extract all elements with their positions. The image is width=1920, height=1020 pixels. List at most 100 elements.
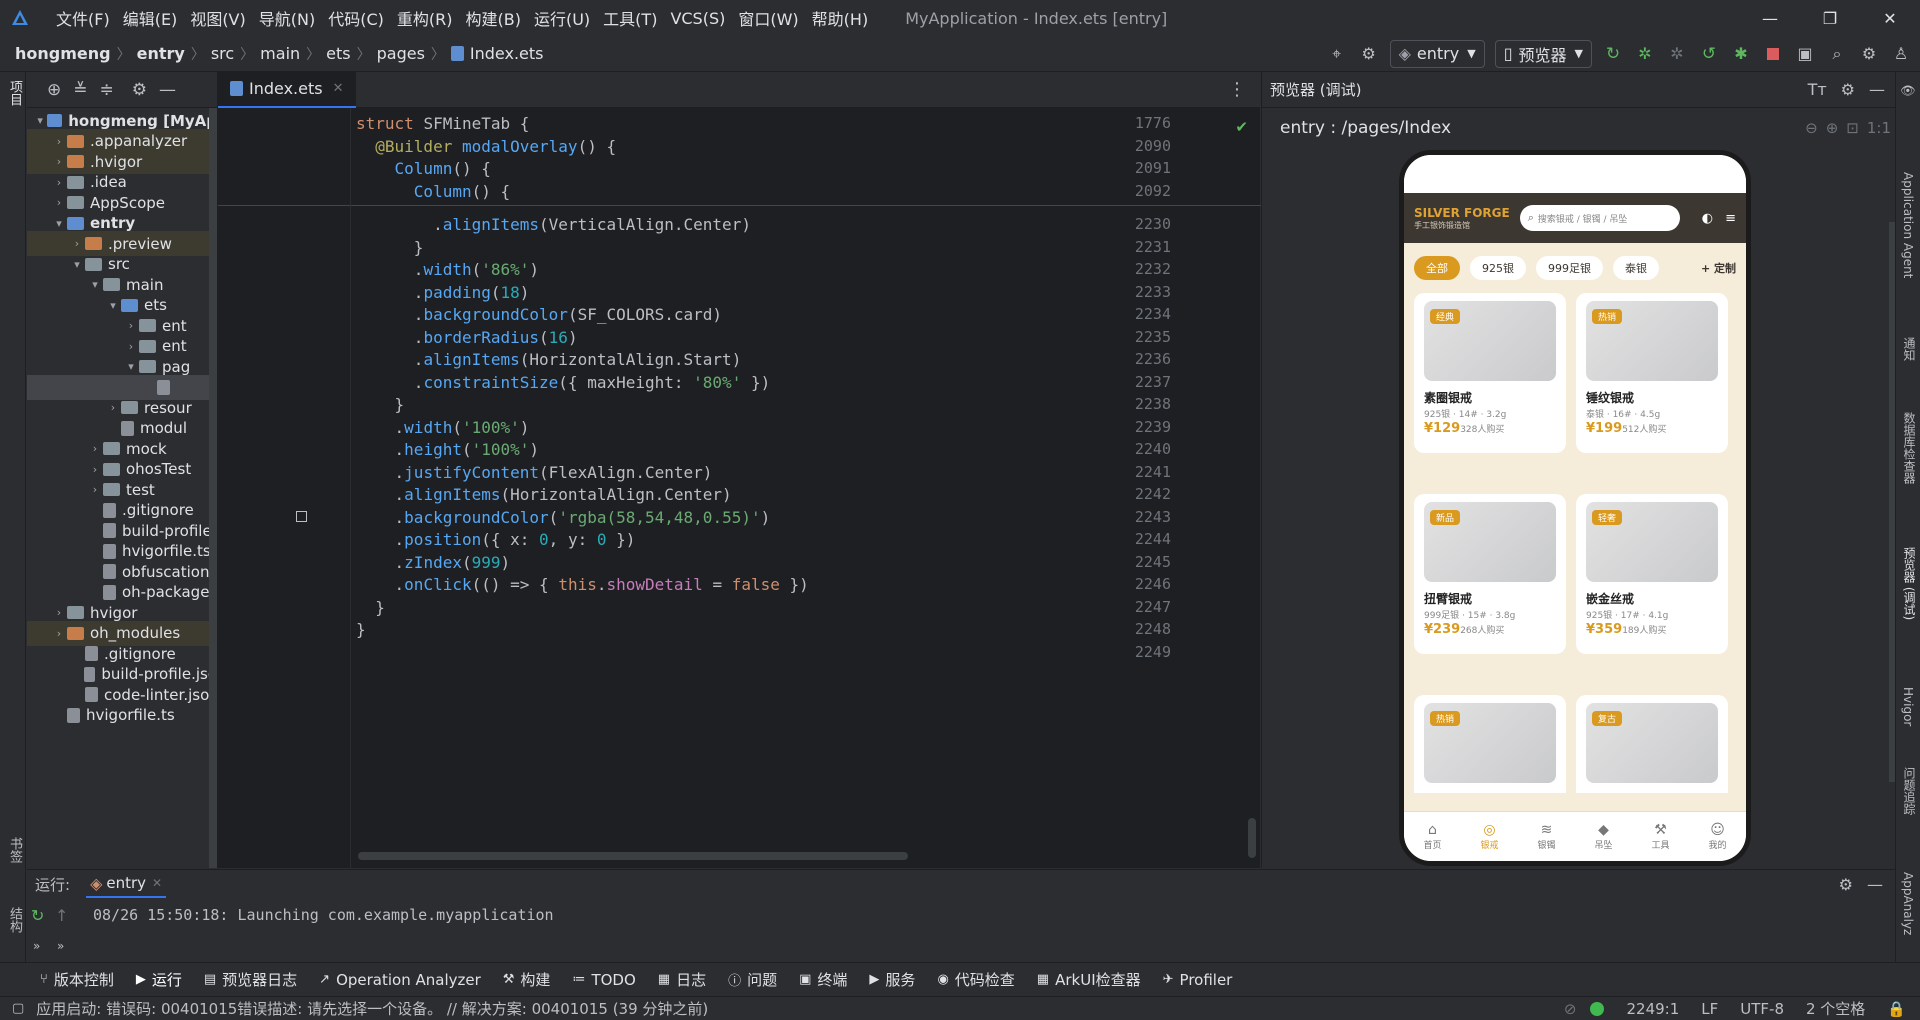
breadcrumb-src[interactable]: src (211, 44, 234, 63)
menu-file[interactable]: 文件(F) (56, 6, 110, 30)
breadcrumb-pages[interactable]: pages (377, 44, 425, 63)
chevron-right-icon[interactable]: › (87, 442, 103, 455)
restore-button[interactable]: ❐ (1800, 0, 1860, 36)
menu-tools[interactable]: 工具(T) (603, 6, 657, 30)
menu-run[interactable]: 运行(U) (534, 6, 590, 30)
expand-all-icon[interactable]: ≚ (73, 80, 87, 100)
collapse-all-icon[interactable]: ≑ (100, 80, 114, 100)
tool-window-button[interactable]: ⓘ 问题 (728, 969, 777, 990)
chevron-right-icon[interactable]: › (87, 463, 103, 476)
file-encoding[interactable]: UTF-8 (1740, 1000, 1784, 1018)
chevron-right-icon[interactable]: › (123, 319, 139, 332)
zoom-ratio[interactable]: 1:1 (1867, 119, 1891, 137)
chip-all[interactable]: 全部 (1414, 256, 1460, 280)
editor-h-scrollbar[interactable] (358, 852, 908, 860)
device-select[interactable]: ▯ 预览器 ▼ (1494, 39, 1592, 68)
tool-window-button[interactable]: ✈ Profiler (1163, 971, 1233, 989)
chevron-right-icon[interactable]: › (51, 627, 67, 640)
apply-changes-icon[interactable]: ↺ (1698, 44, 1720, 64)
search-box[interactable]: ⌕ 搜索银戒 / 银镯 / 吊坠 (1519, 205, 1680, 231)
product-card[interactable]: 经典 素圈银戒 925银 · 14# · 3.2g ¥129328人购买 (1414, 293, 1566, 453)
target-icon[interactable]: ⌖ (1326, 44, 1348, 64)
tree-item[interactable]: hvigorfile.ts (27, 703, 217, 728)
stop-icon[interactable] (1762, 47, 1784, 60)
gear-icon[interactable]: ⚙ (1839, 875, 1853, 894)
font-size-icon[interactable]: Tт (1808, 80, 1827, 99)
breadcrumb-ets[interactable]: ets (326, 44, 350, 63)
menu-icon[interactable]: ≡ (1725, 211, 1736, 226)
chevron-down-icon[interactable]: ▾ (87, 278, 103, 291)
appanalyzer-tool-tab[interactable]: AppAnalyz (1901, 872, 1915, 935)
chevron-down-icon[interactable]: ▾ (123, 360, 139, 373)
bottom-nav-item[interactable]: ⚒ 工具 (1632, 822, 1689, 851)
bottom-nav-item[interactable]: ☺ 我的 (1689, 822, 1746, 851)
menu-window[interactable]: 窗口(W) (738, 6, 798, 30)
rerun-icon[interactable]: ↻ (1602, 44, 1624, 64)
tool-window-button[interactable]: ▤ 预览器日志 (204, 969, 297, 990)
hide-panel-icon[interactable]: — (159, 80, 176, 100)
product-card[interactable]: 热销 锤纹银戒 泰银 · 16# · 4.5g ¥199512人购买 (1576, 293, 1728, 453)
color-swatch[interactable] (296, 510, 307, 522)
gear-icon[interactable]: ⚙ (132, 80, 147, 100)
chevron-right-icon[interactable]: › (69, 237, 85, 250)
expand-more-icon-2[interactable]: » (57, 939, 81, 953)
tool-window-button[interactable]: ≔ TODO (572, 971, 635, 989)
chevron-right-icon[interactable]: › (51, 176, 67, 189)
run-tab-entry[interactable]: ◈ entry ✕ (86, 870, 167, 898)
menu-view[interactable]: 视图(V) (190, 6, 245, 30)
close-window-button[interactable]: ✕ (1860, 0, 1920, 36)
breadcrumb-main[interactable]: main (260, 44, 300, 63)
zoom-in-icon[interactable]: ⊕ (1826, 119, 1839, 137)
settings-icon[interactable]: ⚙ (1858, 44, 1880, 63)
close-tab-icon[interactable]: ✕ (152, 876, 162, 890)
lock-icon[interactable]: 🔒 (1887, 1000, 1906, 1018)
database-tool-tab[interactable]: 数据库检查器 (1901, 412, 1918, 484)
tool-window-button[interactable]: ▦ ArkUI检查器 (1037, 969, 1141, 990)
search-icon[interactable]: ⌕ (1826, 44, 1848, 64)
chevron-right-icon[interactable]: › (51, 196, 67, 209)
theme-toggle-icon[interactable]: ◐ (1702, 211, 1713, 226)
chip-925[interactable]: 925银 (1470, 256, 1526, 280)
tool-window-button[interactable]: ▣ 终端 (799, 969, 847, 990)
chevron-down-icon[interactable]: ▾ (105, 299, 121, 312)
chevron-right-icon[interactable]: › (87, 483, 103, 496)
line-ending[interactable]: LF (1701, 1000, 1718, 1018)
minimize-button[interactable]: — (1740, 0, 1800, 36)
menu-edit[interactable]: 编辑(E) (123, 6, 178, 30)
product-card[interactable]: 复古 (1576, 695, 1728, 793)
bookmarks-tool-tab[interactable]: 书签 (5, 837, 24, 863)
menu-help[interactable]: 帮助(H) (812, 6, 869, 30)
chevron-down-icon[interactable]: ▾ (69, 258, 85, 271)
cursor-position[interactable]: 2249:1 (1626, 1000, 1679, 1018)
profile-icon[interactable]: ✱ (1730, 44, 1752, 63)
menu-build[interactable]: 构建(B) (466, 6, 521, 30)
breadcrumb-project[interactable]: hongmeng (15, 44, 111, 63)
run-config-select[interactable]: ◈ entry ▼ (1389, 39, 1485, 68)
chevron-right-icon[interactable]: › (123, 340, 139, 353)
chip-999[interactable]: 999足银 (1536, 256, 1603, 280)
zoom-out-icon[interactable]: ⊖ (1805, 119, 1818, 137)
hide-panel-icon[interactable]: — (1869, 80, 1885, 99)
menu-code[interactable]: 代码(C) (328, 6, 384, 30)
tool-window-button[interactable]: ↗ Operation Analyzer (319, 971, 481, 989)
indent-setting[interactable]: 2 个空格 (1806, 998, 1865, 1019)
more-tabs-icon[interactable]: ⋮ (1228, 79, 1246, 100)
locate-icon[interactable]: ⊕ (47, 80, 61, 100)
tool-window-button[interactable]: ▦ 日志 (658, 969, 706, 990)
tool-window-button[interactable]: ◉ 代码检查 (937, 969, 1014, 990)
account-icon[interactable]: ♙ (1890, 44, 1912, 63)
bottom-nav-item[interactable]: ◎ 银戒 (1461, 822, 1518, 851)
tool-window-button[interactable]: ▶ 服务 (869, 969, 915, 990)
bottom-nav-item[interactable]: ⌂ 首页 (1404, 822, 1461, 851)
fit-icon[interactable]: ⊡ (1846, 119, 1859, 137)
debug-icon[interactable]: ✲ (1634, 44, 1656, 63)
tool-window-button[interactable]: ⑂ 版本控制 (40, 969, 114, 990)
menu-refactor[interactable]: 重构(R) (397, 6, 453, 30)
hvigor-tool-tab[interactable]: Hvigor (1901, 687, 1915, 726)
chevron-down-icon[interactable]: ▾ (33, 114, 47, 127)
status-ok-icon[interactable] (1590, 1001, 1605, 1016)
project-tool-tab[interactable]: 项目 (5, 80, 24, 106)
tool-window-button[interactable]: ⚒ 构建 (503, 969, 551, 990)
power-save-icon[interactable]: ⊘ (1564, 1000, 1577, 1018)
hide-panel-icon[interactable]: — (1867, 875, 1883, 894)
